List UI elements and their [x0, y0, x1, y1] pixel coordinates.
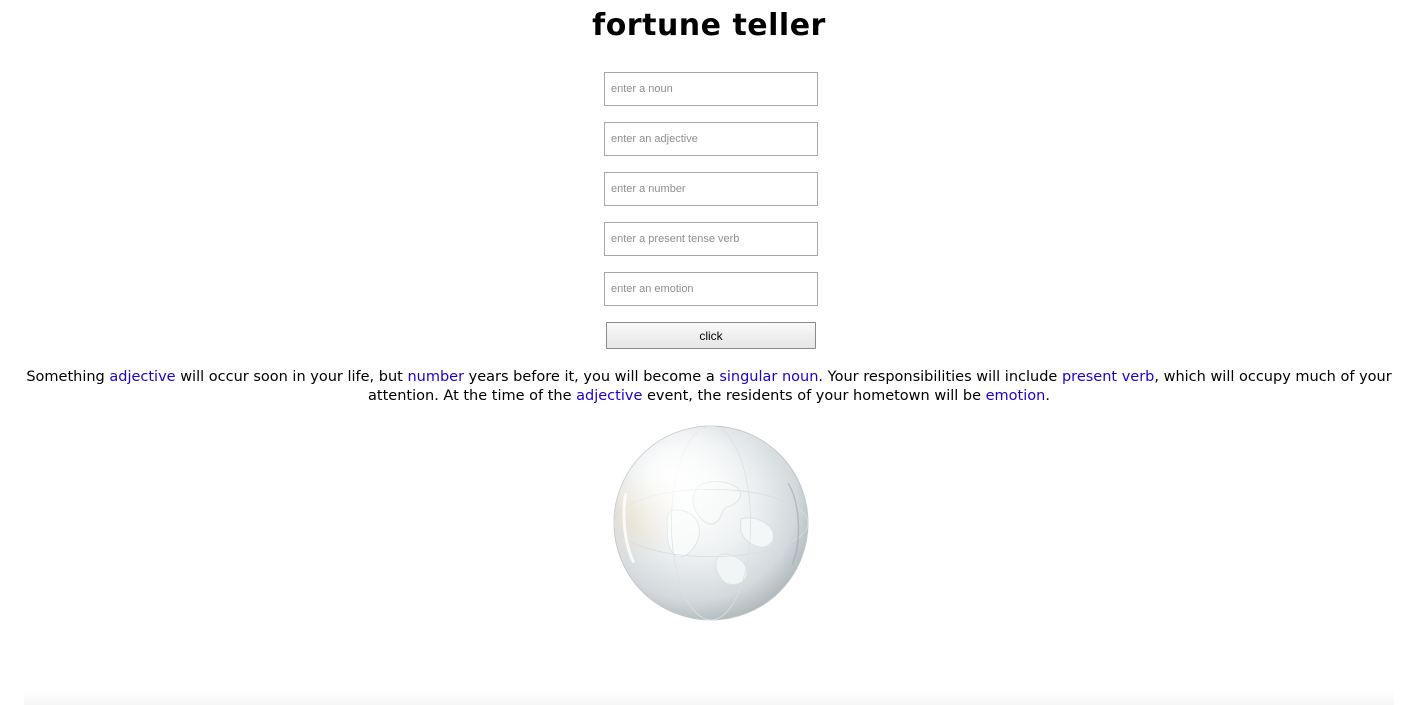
fortune-form: click	[604, 72, 818, 349]
adjective-input[interactable]	[604, 122, 818, 156]
noun-input[interactable]	[604, 72, 818, 106]
fortune-text-part: . Your responsibilities will include	[818, 369, 1062, 385]
page: fortune teller click Something adjective…	[0, 0, 1418, 705]
fortune-adjective: adjective	[109, 369, 176, 385]
verb-input[interactable]	[604, 222, 818, 256]
fortune-text-part: will occur soon in your life, but	[175, 369, 408, 385]
page-title: fortune teller	[592, 8, 826, 43]
fortune-verb: present verb	[1061, 369, 1155, 385]
bottom-shadow	[24, 690, 1394, 705]
fortune-emotion: emotion	[985, 388, 1046, 404]
emotion-input[interactable]	[604, 272, 818, 306]
fortune-text: Something adjective will occur soon in y…	[20, 368, 1398, 406]
fortune-noun: singular noun	[719, 369, 819, 385]
crystal-ball-globe-icon	[613, 425, 809, 621]
fortune-adjective-2: adjective	[576, 388, 643, 404]
fortune-text-part: event, the residents of your hometown wi…	[642, 388, 986, 404]
number-input[interactable]	[604, 172, 818, 206]
fortune-text-part: years before it, you will become a	[464, 369, 720, 385]
fortune-text-part: .	[1045, 388, 1050, 404]
fortune-number: number	[407, 369, 465, 385]
click-button[interactable]: click	[606, 322, 816, 349]
fortune-text-part: Something	[26, 369, 110, 385]
